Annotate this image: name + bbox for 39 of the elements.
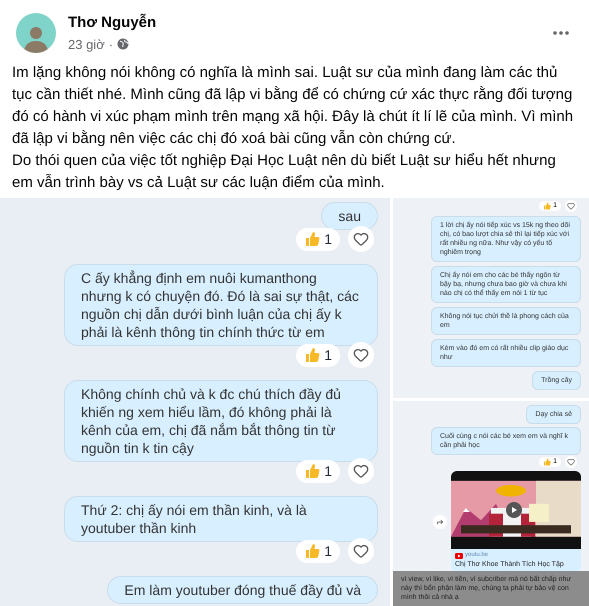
video-logo-icon — [455, 552, 463, 558]
message-bubble: Không chính chủ và k đc chú thích đầy đủ khiến ng xem hiểu lầm, đó không phải là kênh của em, chị đã nắm bắt thông tin từ nguồn tin k tin cậy — [64, 380, 378, 462]
reaction-count: 1 — [296, 344, 340, 366]
thumbs-up-icon — [304, 543, 320, 559]
heart-icon — [567, 458, 575, 466]
reaction-count: 1 — [296, 228, 340, 250]
globe-icon — [117, 38, 130, 50]
thumbs-up-icon — [304, 347, 320, 363]
reaction-count: 1 — [296, 460, 340, 482]
thumbs-up-icon — [304, 231, 320, 247]
play-icon — [511, 507, 517, 513]
heart-icon — [353, 347, 369, 363]
thumbs-up-icon — [543, 458, 552, 466]
message-bubble: sau — [321, 202, 378, 230]
heart-icon — [353, 543, 369, 559]
author-name[interactable]: Thơ Nguyễn — [68, 12, 541, 34]
heart-icon — [353, 231, 369, 247]
share-icon — [436, 518, 444, 526]
heart-icon — [353, 463, 369, 479]
message-bubble: C ấy khẳng định em nuôi kumanthong nhưng k có chuyện đó. Đó là sai sự thật, các nguồn chị dẫn dưới bình luận của chị ấy k phải là kênh thông tin chính thức từ em — [64, 264, 378, 346]
heart-button[interactable] — [348, 458, 374, 484]
thumbs-up-icon — [304, 463, 320, 479]
message-bubble: Em làm youtuber đóng thuế đầy đủ và — [107, 576, 378, 604]
more-options-icon[interactable] — [553, 31, 569, 35]
separator: · — [108, 36, 114, 54]
reaction-count: 1 — [296, 540, 340, 562]
avatar[interactable] — [16, 13, 56, 53]
heart-button[interactable] — [348, 538, 374, 564]
post-time[interactable]: 23 giờ — [68, 34, 105, 54]
heart-button[interactable] — [565, 456, 577, 468]
thumbs-up-icon — [543, 202, 552, 210]
share-button[interactable] — [433, 514, 447, 528]
post-text: Do thói quen của việc tốt nghiệp Đại Học Luật nên dù biết Luật sư hiểu hết nhưng em vẫn trình bày vs cả Luật sư các luận điểm của mình. — [12, 151, 557, 193]
heart-button[interactable] — [348, 342, 374, 368]
heart-button[interactable] — [348, 226, 374, 252]
heart-button[interactable] — [565, 200, 577, 212]
heart-icon — [567, 202, 575, 210]
post-text: Im lặng không nói không có nghĩa là mình sai. Luật sư của mình đang làm các thủ tục cần thiết nhé. Mình cũng đã lập vi bằng để có chứng cứ xác thực rằng đối tượng đó có hành vi xúc phạm mình trên mạng xã hội. Đây là chút ít lí lẽ của mình. Vì mình đã lập vi bằng nên việc các chị đó xoá bài cũng vẫn còn chứng cứ. — [12, 63, 574, 149]
message-bubble: Thứ 2: chị ấy nói em thần kinh, và là youtuber thần kinh — [64, 496, 378, 542]
